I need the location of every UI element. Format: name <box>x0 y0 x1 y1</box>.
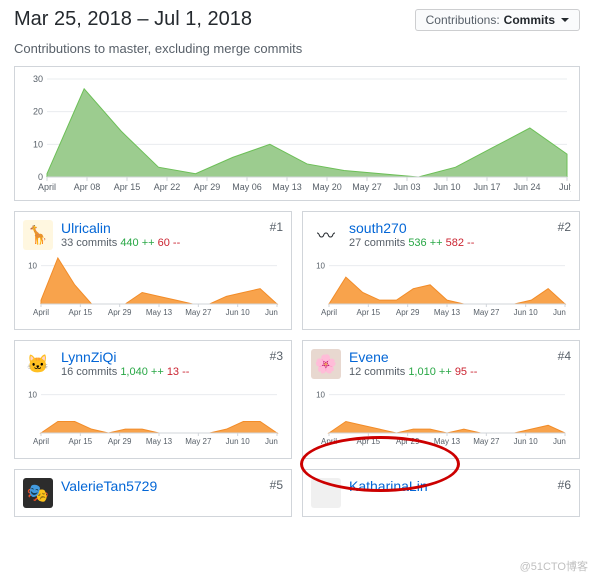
svg-text:April: April <box>38 182 56 192</box>
svg-text:April: April <box>33 437 49 446</box>
svg-text:Apr 29: Apr 29 <box>108 437 132 446</box>
avatar[interactable]: 🦒 <box>23 220 53 250</box>
svg-text:May 20: May 20 <box>312 182 342 192</box>
svg-text:May 27: May 27 <box>185 308 212 317</box>
avatar[interactable]: 〰 <box>311 220 341 250</box>
svg-text:May 13: May 13 <box>434 308 461 317</box>
contributor-card: #5 🎭 ValerieTan5729 <box>14 469 292 517</box>
svg-text:10: 10 <box>33 139 43 149</box>
rank-badge: #4 <box>558 349 571 363</box>
commit-stats: 33 commits 440 ++ 60 -- <box>61 237 180 249</box>
svg-text:Jun 24: Jun 24 <box>265 437 279 446</box>
svg-text:10: 10 <box>316 391 325 400</box>
contributor-card: #2 〰 south27027 commits 536 ++ 582 -- 10 Apr… <box>302 211 580 330</box>
svg-text:May 13: May 13 <box>146 308 173 317</box>
svg-text:10: 10 <box>28 262 37 271</box>
svg-text:Jun 10: Jun 10 <box>433 182 460 192</box>
svg-text:April: April <box>321 437 337 446</box>
contributor-link[interactable]: south270 <box>349 220 474 236</box>
svg-text:Apr 15: Apr 15 <box>357 437 381 446</box>
commit-stats: 16 commits 1,040 ++ 13 -- <box>61 366 189 378</box>
svg-text:0: 0 <box>38 172 43 182</box>
svg-text:Jun 24: Jun 24 <box>553 308 567 317</box>
svg-text:Apr 15: Apr 15 <box>357 308 381 317</box>
contributor-chart: 10 April Apr 15 Apr 29 May 13 May 27 Jun 10 Jun… <box>23 250 279 318</box>
svg-text:May 06: May 06 <box>232 182 262 192</box>
svg-text:Jun 24: Jun 24 <box>513 182 540 192</box>
svg-text:May 27: May 27 <box>473 437 500 446</box>
contributor-link[interactable]: LynnZiQi <box>61 349 189 365</box>
svg-text:Jun 10: Jun 10 <box>226 308 251 317</box>
svg-text:Apr 29: Apr 29 <box>108 308 132 317</box>
rank-badge: #5 <box>270 478 283 492</box>
contributions-dropdown[interactable]: Contributions: Commits <box>415 9 580 31</box>
svg-text:Apr 29: Apr 29 <box>396 437 420 446</box>
svg-text:Jun 10: Jun 10 <box>226 437 251 446</box>
svg-text:10: 10 <box>316 262 325 271</box>
dropdown-value: Commits <box>504 13 555 27</box>
contributor-link[interactable]: KatharinaLin <box>349 478 428 494</box>
contributor-chart: 10 April Apr 15 Apr 29 May 13 May 27 Jun 10 Jun… <box>311 250 567 318</box>
svg-text:Jun 03: Jun 03 <box>393 182 420 192</box>
svg-text:May 13: May 13 <box>272 182 302 192</box>
subtitle-text: Contributions to master, excluding merge… <box>14 41 580 56</box>
avatar[interactable]: 🌸 <box>311 349 341 379</box>
svg-text:July: July <box>559 182 571 192</box>
dropdown-label: Contributions: <box>426 13 500 27</box>
svg-text:Apr 22: Apr 22 <box>154 182 181 192</box>
rank-badge: #6 <box>558 478 571 492</box>
date-range-title: Mar 25, 2018 – Jul 1, 2018 <box>14 8 252 31</box>
contributor-chart: 10 April Apr 15 Apr 29 May 13 May 27 Jun 10 Jun… <box>311 379 567 447</box>
svg-text:May 13: May 13 <box>146 437 173 446</box>
svg-text:May 13: May 13 <box>434 437 461 446</box>
svg-text:Apr 15: Apr 15 <box>114 182 141 192</box>
svg-text:May 27: May 27 <box>352 182 382 192</box>
watermark-text: @51CTO博客 <box>520 558 588 574</box>
svg-text:Jun 17: Jun 17 <box>473 182 500 192</box>
contributor-card: #4 🌸 Evene12 commits 1,010 ++ 95 -- 10 April… <box>302 340 580 459</box>
rank-badge: #1 <box>270 220 283 234</box>
svg-text:April: April <box>321 308 337 317</box>
main-commit-chart: 0 10 20 30 April Apr 08 Apr 15 Apr 22 Apr 29 May … <box>23 75 571 195</box>
commit-stats: 12 commits 1,010 ++ 95 -- <box>349 366 477 378</box>
svg-text:Apr 29: Apr 29 <box>194 182 221 192</box>
avatar[interactable]: 🎭 <box>23 478 53 508</box>
svg-text:Apr 29: Apr 29 <box>396 308 420 317</box>
svg-text:30: 30 <box>33 75 43 84</box>
svg-text:Jun 10: Jun 10 <box>514 308 539 317</box>
contributor-link[interactable]: ValerieTan5729 <box>61 478 157 494</box>
chevron-down-icon <box>561 18 569 22</box>
svg-text:May 27: May 27 <box>473 308 500 317</box>
svg-text:Apr 15: Apr 15 <box>69 437 93 446</box>
svg-text:Jun 24: Jun 24 <box>553 437 567 446</box>
main-chart-panel: 0 10 20 30 April Apr 08 Apr 15 Apr 22 Apr 29 May … <box>14 66 580 201</box>
svg-text:20: 20 <box>33 107 43 117</box>
contributor-card: #1 🦒 Ulricalin33 commits 440 ++ 60 -- 10 Apr… <box>14 211 292 330</box>
rank-badge: #2 <box>558 220 571 234</box>
svg-text:Apr 15: Apr 15 <box>69 308 93 317</box>
svg-text:Jun 10: Jun 10 <box>514 437 539 446</box>
contributor-link[interactable]: Evene <box>349 349 477 365</box>
commit-stats: 27 commits 536 ++ 582 -- <box>349 237 474 249</box>
contributor-link[interactable]: Ulricalin <box>61 220 180 236</box>
avatar[interactable] <box>311 478 341 508</box>
contributor-card: #6 KatharinaLin <box>302 469 580 517</box>
svg-text:10: 10 <box>28 391 37 400</box>
svg-text:April: April <box>33 308 49 317</box>
svg-text:Apr 08: Apr 08 <box>74 182 101 192</box>
svg-text:Jun 24: Jun 24 <box>265 308 279 317</box>
contributor-card: #3 🐱 LynnZiQi16 commits 1,040 ++ 13 -- 10 Ap… <box>14 340 292 459</box>
avatar[interactable]: 🐱 <box>23 349 53 379</box>
contributor-chart: 10 April Apr 15 Apr 29 May 13 May 27 Jun 10 Jun… <box>23 379 279 447</box>
svg-text:May 27: May 27 <box>185 437 212 446</box>
rank-badge: #3 <box>270 349 283 363</box>
